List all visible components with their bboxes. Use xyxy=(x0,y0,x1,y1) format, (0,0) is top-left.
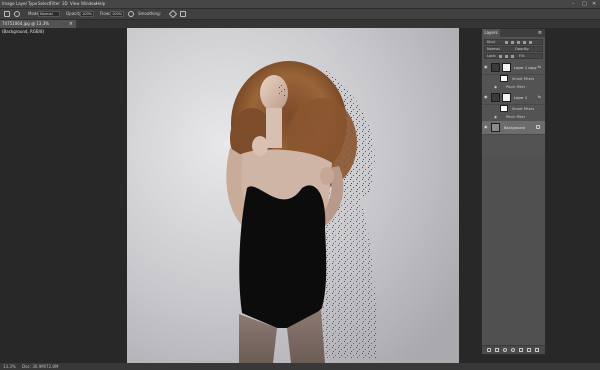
filter-smart-icon[interactable] xyxy=(529,41,532,44)
filter-row-pinch[interactable]: ◉ Pinch Filter xyxy=(482,113,545,121)
fx-badge[interactable]: fx xyxy=(538,65,541,69)
visibility-eye-icon[interactable]: ◉ xyxy=(484,95,489,99)
close-tab-icon[interactable]: × xyxy=(69,20,73,28)
trash-icon[interactable] xyxy=(535,348,539,352)
zoom-readout[interactable]: 13.3% xyxy=(3,363,16,370)
doc-size-readout: Doc: 30.9M/72.8M xyxy=(22,364,59,369)
maximize-button[interactable]: □ xyxy=(582,0,587,8)
layer-thumbnail xyxy=(491,93,500,102)
settings-gear-icon[interactable] xyxy=(168,9,178,19)
filter-name: Pinch Filter xyxy=(506,85,526,89)
menu-type[interactable]: Type xyxy=(28,0,37,8)
layer-row-layer-1-copy[interactable]: ◉ Layer 1 copy fx xyxy=(482,61,545,75)
document-canvas[interactable] xyxy=(127,28,459,363)
menu-filter[interactable]: Filter xyxy=(50,0,60,8)
filter-mask-thumbnail xyxy=(500,105,508,112)
filter-visibility-eye-icon[interactable]: ◉ xyxy=(494,115,497,119)
mode-select-value: Normal xyxy=(40,12,53,16)
menu-bar: Image Layer Type Select Filter 3D View W… xyxy=(0,0,600,9)
kind-filter-select[interactable]: Kind xyxy=(487,40,495,44)
lock-position-icon[interactable] xyxy=(505,55,508,58)
filter-adjust-icon[interactable] xyxy=(511,41,514,44)
layer-name: Layer 1 copy xyxy=(514,66,537,70)
close-window-button[interactable]: ✕ xyxy=(592,0,596,8)
visibility-eye-icon[interactable]: ◉ xyxy=(484,65,489,69)
add-style-icon[interactable] xyxy=(495,348,499,352)
layer-thumbnail xyxy=(491,123,500,132)
fx-badge[interactable]: fx xyxy=(538,95,541,99)
flow-label: Flow: xyxy=(100,11,111,16)
brush-preset-icon[interactable] xyxy=(14,11,20,17)
fill-label: Fill: xyxy=(519,54,525,58)
layer-thumbnail xyxy=(491,63,500,72)
menu-view[interactable]: View xyxy=(70,0,80,8)
filter-shape-icon[interactable] xyxy=(523,41,526,44)
document-tab[interactable]: 74751064.jpg @ 13.3% (Background, RGB/8)… xyxy=(0,20,76,34)
filter-pixel-icon[interactable] xyxy=(505,41,508,44)
filter-visibility-eye-icon[interactable]: ◉ xyxy=(494,85,497,89)
layers-panel-tabbar: Layers ≡ xyxy=(482,29,545,37)
filter-name: Pinch Filter xyxy=(506,115,526,119)
lock-row: Lock: Fill: xyxy=(484,53,543,59)
document-tab-bar: 74751064.jpg @ 13.3% (Background, RGB/8)… xyxy=(0,20,600,34)
airbrush-icon[interactable] xyxy=(128,11,134,17)
menu-3d[interactable]: 3D xyxy=(62,0,68,8)
menu-window[interactable]: Window xyxy=(81,0,97,8)
smart-filters-label: Smart Filters xyxy=(512,77,535,81)
layer-row-layer-1[interactable]: ◉ Layer 1 fx xyxy=(482,91,545,105)
blend-row: Normal Opacity: xyxy=(484,46,543,52)
opacity-value: 100% xyxy=(82,12,93,16)
new-group-icon[interactable] xyxy=(519,348,523,352)
layers-panel: Layers ≡ Kind Normal Opacity: Lock: Fill… xyxy=(481,28,546,355)
menu-layer[interactable]: Layer xyxy=(16,0,27,8)
layer-opacity-label: Opacity: xyxy=(515,47,530,51)
filter-row-pinch[interactable]: ◉ Pinch Filter xyxy=(482,83,545,91)
filter-type-icon[interactable] xyxy=(517,41,520,44)
menu-image[interactable]: Image xyxy=(2,0,15,8)
flow-field[interactable]: 100% xyxy=(110,11,124,17)
layer-name: Layer 1 xyxy=(514,96,528,100)
canvas-photo xyxy=(127,28,459,363)
menu-select[interactable]: Select xyxy=(38,0,50,8)
smart-object-thumbnail xyxy=(502,93,511,102)
document-tab-title: 74751064.jpg @ 13.3% (Background, RGB/8) xyxy=(2,21,50,34)
layer-row-background[interactable]: ◉ Background xyxy=(482,121,545,135)
lock-label: Lock: xyxy=(487,54,497,58)
lock-icon xyxy=(536,125,540,129)
lock-all-icon[interactable] xyxy=(511,55,514,58)
smart-filters-row[interactable]: Smart Filters xyxy=(482,105,545,113)
filter-mask-thumbnail xyxy=(500,75,508,82)
brush-tool-icon[interactable] xyxy=(4,11,10,17)
layers-empty-area xyxy=(482,157,545,347)
blend-mode-select[interactable]: Normal xyxy=(487,47,500,51)
visibility-eye-icon[interactable]: ◉ xyxy=(484,125,489,129)
smart-filters-label: Smart Filters xyxy=(512,107,535,111)
layers-panel-footer xyxy=(482,345,545,354)
opacity-field[interactable]: 100% xyxy=(80,11,94,17)
status-bar: 13.3% Doc: 30.9M/72.8M xyxy=(0,363,600,370)
flow-value: 100% xyxy=(112,12,123,16)
minimize-button[interactable]: – xyxy=(572,0,575,8)
layer-name: Background xyxy=(504,126,525,130)
smoothing-label: Smoothing: xyxy=(138,11,161,16)
options-bar: Mode: Normal Opacity: 100% Flow: 100% Sm… xyxy=(0,9,600,20)
smart-filters-row[interactable]: Smart Filters xyxy=(482,75,545,83)
tab-layers[interactable]: Layers xyxy=(482,29,500,37)
lock-pixels-icon[interactable] xyxy=(499,55,502,58)
pressure-size-icon[interactable] xyxy=(180,11,186,17)
adjustment-layer-icon[interactable] xyxy=(511,348,515,352)
add-mask-icon[interactable] xyxy=(503,348,507,352)
kind-filter-row[interactable]: Kind xyxy=(484,39,543,45)
mode-select[interactable]: Normal xyxy=(38,11,60,17)
new-layer-icon[interactable] xyxy=(527,348,531,352)
smart-object-thumbnail xyxy=(502,63,511,72)
menu-help[interactable]: Help xyxy=(96,0,105,8)
link-layers-icon[interactable] xyxy=(487,348,491,352)
panel-menu-icon[interactable]: ≡ xyxy=(538,29,542,37)
